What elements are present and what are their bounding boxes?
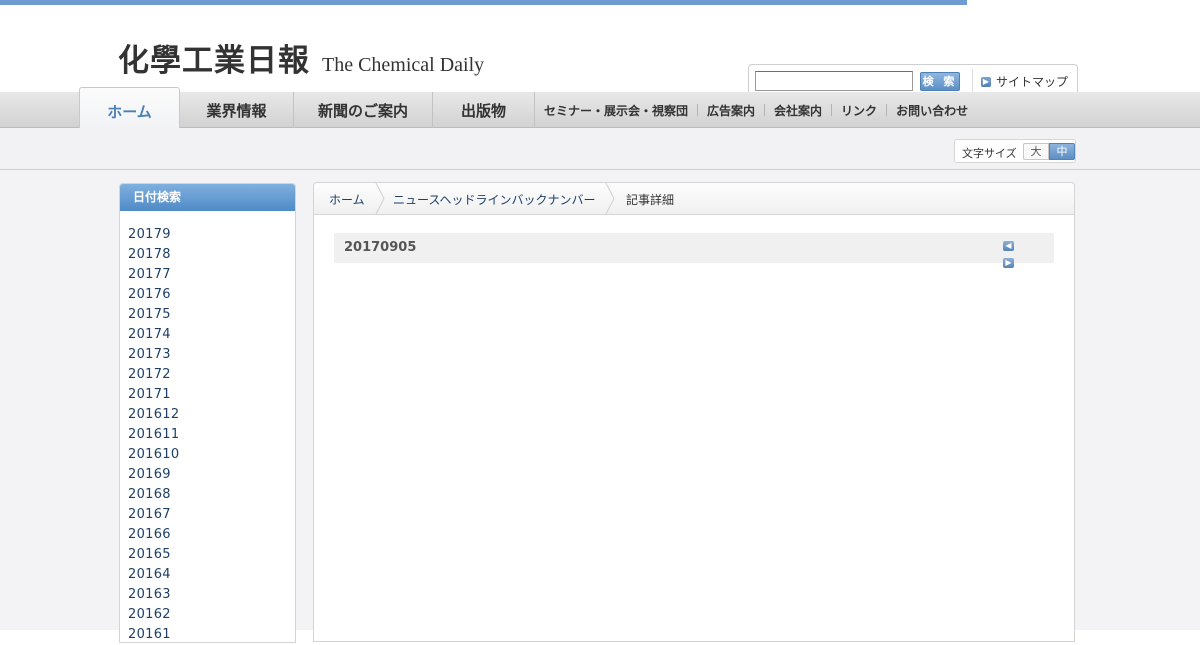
date-link[interactable]: 20173	[128, 345, 295, 365]
date-link[interactable]: 20169	[128, 465, 295, 485]
chevron-right-icon	[605, 183, 615, 214]
breadcrumb-news-backnumber[interactable]: ニュースヘッドラインバックナンバー	[393, 191, 596, 208]
breadcrumb-home[interactable]: ホーム	[329, 191, 365, 208]
date-link[interactable]: 20178	[128, 245, 295, 265]
date-link[interactable]: 20172	[128, 365, 295, 385]
date-link[interactable]: 20165	[128, 545, 295, 565]
sub-nav: セミナー・展示会・視察団 広告案内 会社案内 リンク お問い合わせ	[544, 92, 977, 128]
tab-newspaper-guide[interactable]: 新聞のご案内	[294, 92, 433, 128]
date-link[interactable]: 20171	[128, 385, 295, 405]
subnav-seminar[interactable]: セミナー・展示会・視察団	[544, 102, 697, 119]
date-link[interactable]: 20162	[128, 605, 295, 625]
date-list: 20179 20178 20177 20176 20175 20174 2017…	[120, 211, 295, 645]
site-logo[interactable]: 化學工業日報 The Chemical Daily	[118, 40, 484, 80]
breadcrumb: ホーム ニュースヘッドラインバックナンバー 記事詳細	[314, 183, 1074, 215]
date-link[interactable]: 20168	[128, 485, 295, 505]
search-box: 検 索 ▶ サイトマップ	[748, 64, 1078, 93]
date-link[interactable]: 20175	[128, 305, 295, 325]
date-link[interactable]: 20177	[128, 265, 295, 285]
top-accent-bar	[0, 0, 967, 5]
divider	[972, 69, 973, 93]
arrow-right-icon: ▶	[981, 76, 991, 87]
subnav-contact[interactable]: お問い合わせ	[887, 102, 977, 119]
date-link[interactable]: 20161	[128, 625, 295, 645]
subnav-advertising[interactable]: 広告案内	[698, 102, 764, 119]
logo-japanese: 化學工業日報	[118, 43, 310, 79]
font-size-large-button[interactable]: 大	[1023, 143, 1049, 160]
date-link[interactable]: 20179	[128, 225, 295, 245]
main-content: ホーム ニュースヘッドラインバックナンバー 記事詳細 20170905 ◀ ▶	[313, 182, 1075, 642]
main-nav: ホーム 業界情報 新聞のご案内 出版物 セミナー・展示会・視察団 広告案内 会社…	[0, 87, 1200, 129]
date-link[interactable]: 201610	[128, 445, 295, 465]
date-link[interactable]: 20166	[128, 525, 295, 545]
sidebar-title: 日付検索	[120, 184, 295, 211]
font-size-medium-button[interactable]: 中	[1049, 143, 1075, 160]
prev-arrow-icon[interactable]: ◀	[1003, 241, 1014, 251]
date-link[interactable]: 201611	[128, 425, 295, 445]
date-link[interactable]: 20164	[128, 565, 295, 585]
logo-english: The Chemical Daily	[322, 54, 485, 76]
date-link[interactable]: 20174	[128, 325, 295, 345]
date-link[interactable]: 20176	[128, 285, 295, 305]
search-input[interactable]	[755, 71, 913, 91]
breadcrumb-current: 記事詳細	[626, 193, 675, 207]
subnav-links[interactable]: リンク	[832, 102, 886, 119]
date-search-sidebar: 日付検索 20179 20178 20177 20176 20175 20174…	[119, 183, 296, 643]
subnav-company[interactable]: 会社案内	[765, 102, 831, 119]
font-size-control: 文字サイズ 大 中	[954, 139, 1076, 163]
sitemap-link[interactable]: ▶ サイトマップ	[981, 73, 1068, 90]
font-size-bar: 文字サイズ 大 中	[0, 128, 1200, 170]
article-header: 20170905 ◀ ▶	[334, 233, 1054, 268]
next-arrow-icon[interactable]: ▶	[1003, 258, 1014, 268]
sitemap-label: サイトマップ	[996, 75, 1069, 89]
font-size-label: 文字サイズ	[962, 147, 1017, 160]
search-button[interactable]: 検 索	[920, 72, 960, 91]
date-link[interactable]: 20167	[128, 505, 295, 525]
article-date: 20170905	[344, 240, 417, 255]
tab-home[interactable]: ホーム	[79, 87, 180, 129]
tab-industry-info[interactable]: 業界情報	[180, 92, 294, 128]
tab-publications[interactable]: 出版物	[433, 92, 535, 128]
date-link[interactable]: 201612	[128, 405, 295, 425]
date-link[interactable]: 20163	[128, 585, 295, 605]
chevron-right-icon	[375, 183, 385, 214]
